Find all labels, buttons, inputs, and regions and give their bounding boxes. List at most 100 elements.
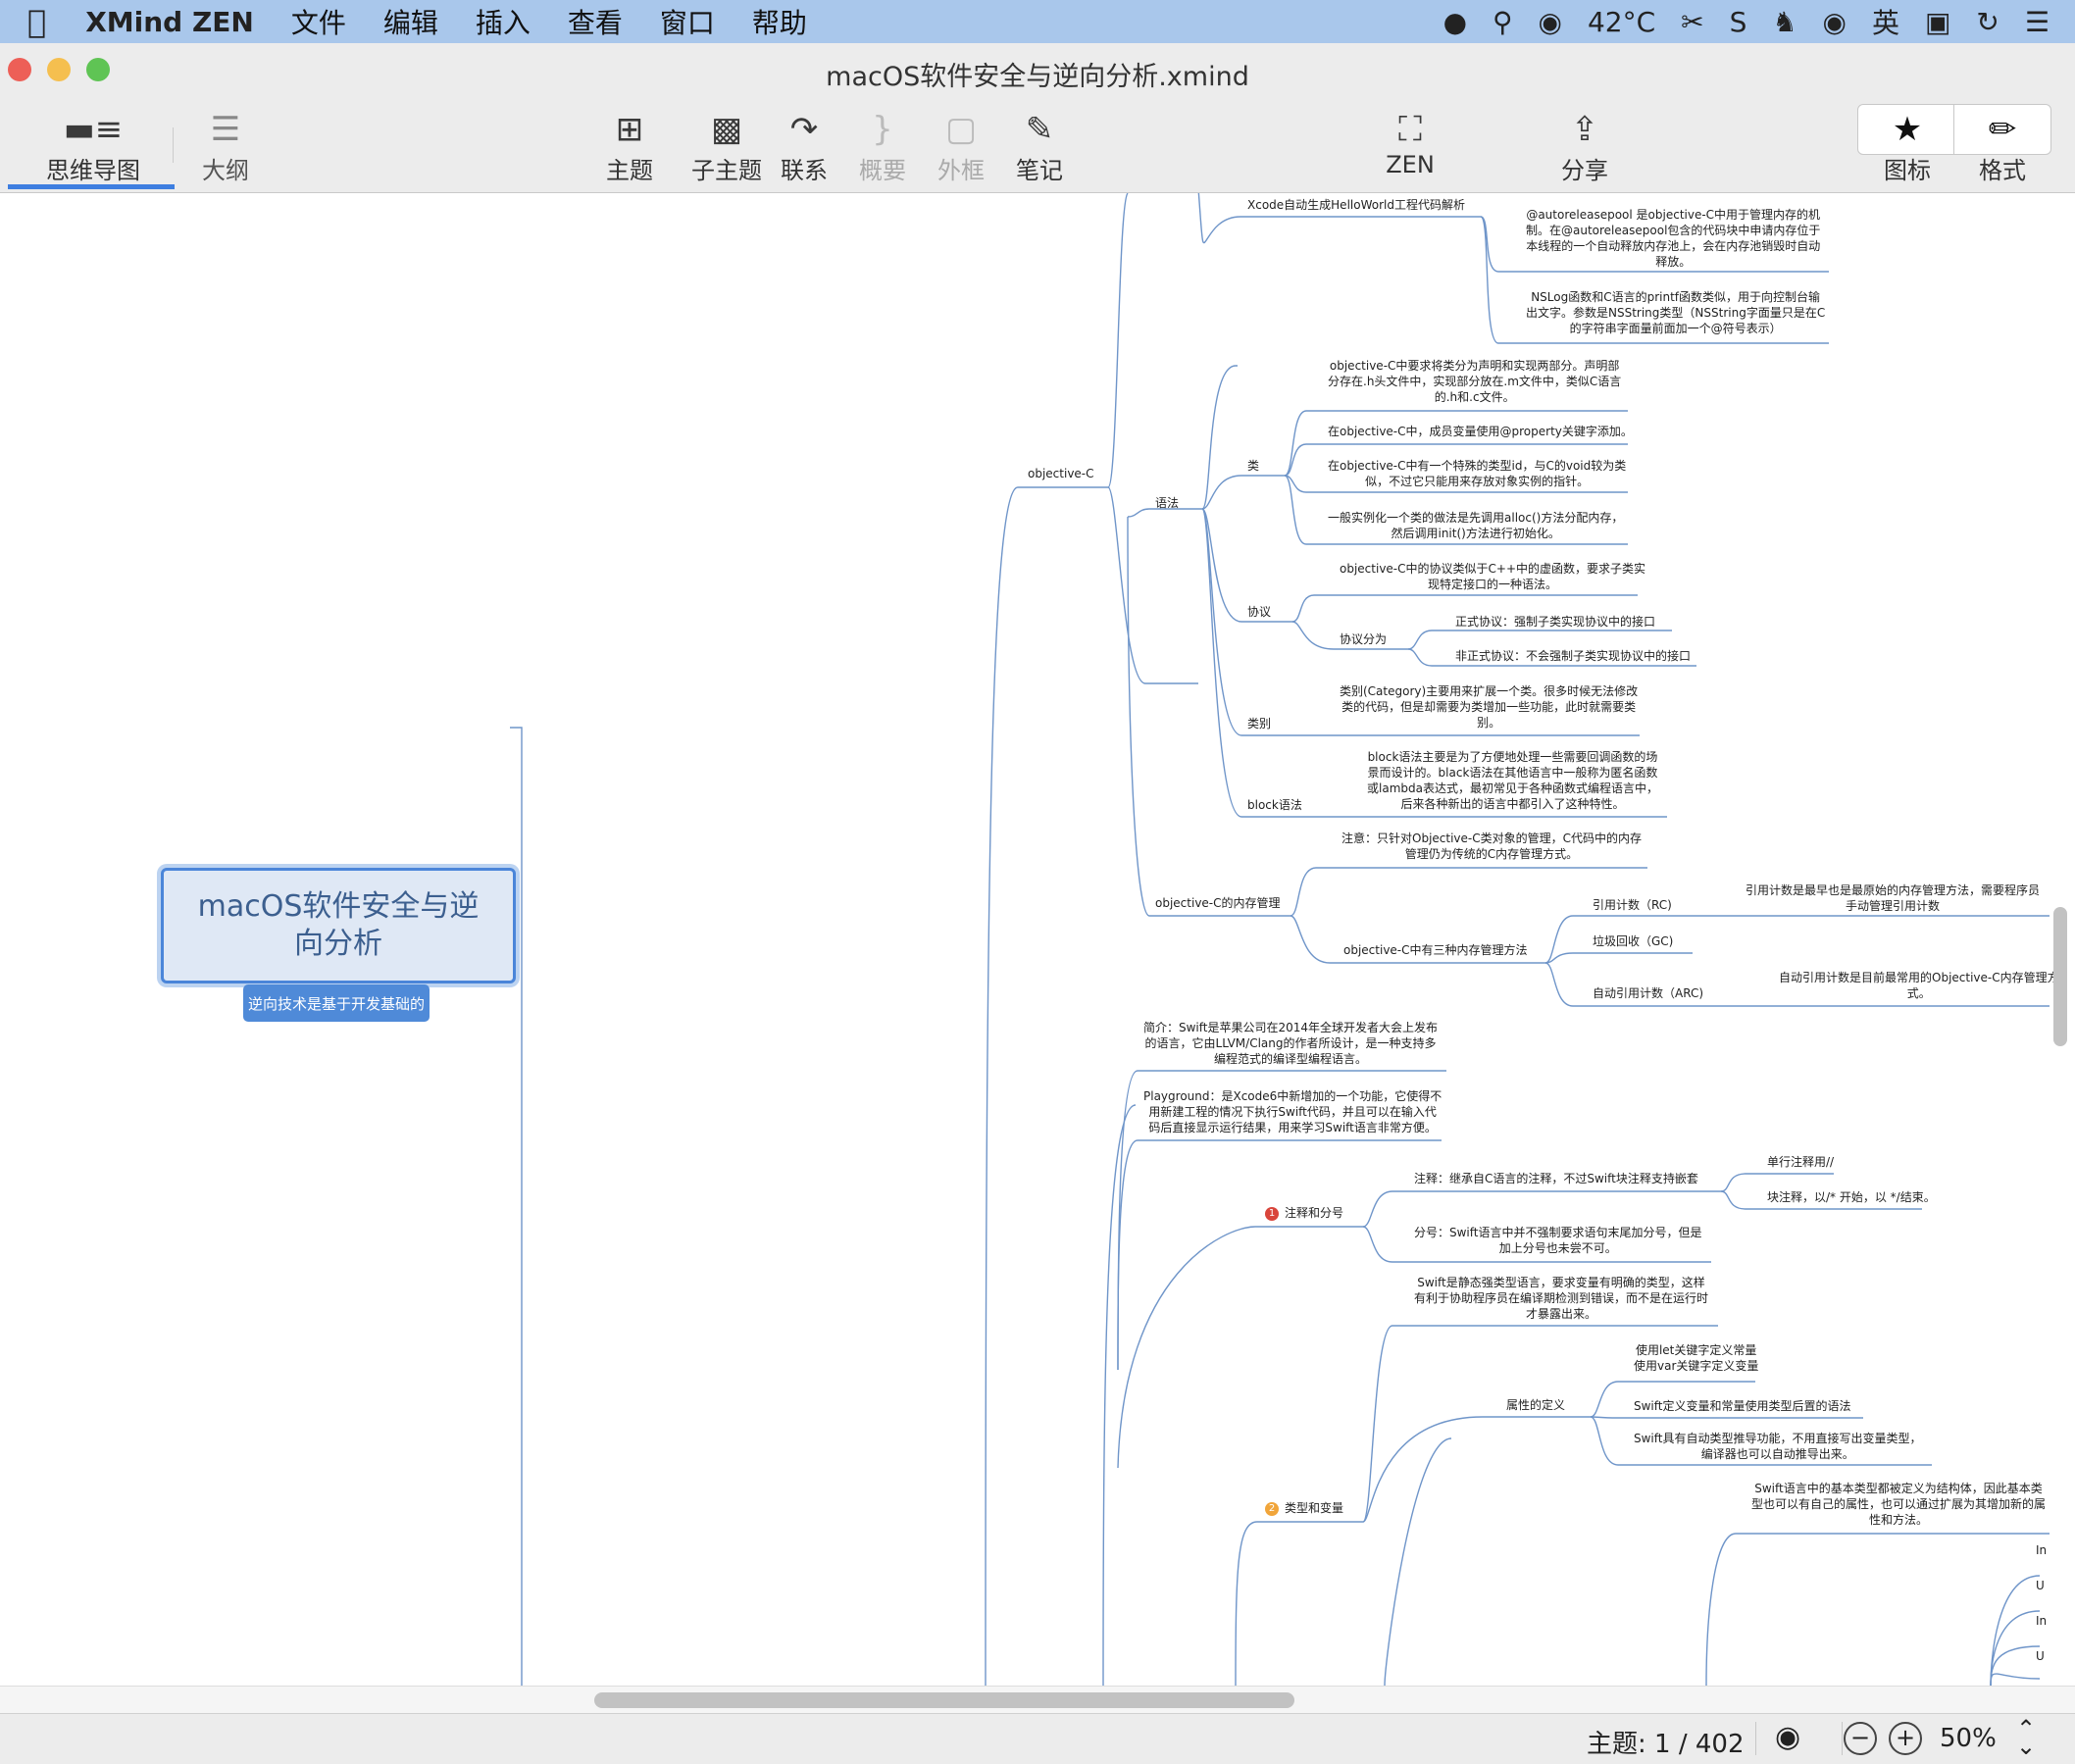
- topic-category[interactable]: 类别: [1247, 716, 1271, 731]
- horse-icon[interactable]: ♞: [1772, 6, 1797, 38]
- relationship-button[interactable]: ↷ 联系: [767, 108, 841, 185]
- mindmap-canvas[interactable]: macOS软件安全与逆向分析 逆向技术是基于开发基础的 Xcode自动生成Hel…: [0, 193, 2075, 1686]
- wechat-icon[interactable]: ◉: [1823, 6, 1847, 38]
- topic-semicolon[interactable]: 分号：Swift语言中并不强制要求语句末尾加分号，但是 加上分号也未尝不可。: [1414, 1225, 1702, 1256]
- format-panel-label: 格式: [1979, 157, 2026, 184]
- subtopic-button[interactable]: ▩ 子主题: [683, 108, 771, 185]
- horizontal-scrollbar-thumb[interactable]: [594, 1692, 1294, 1708]
- zen-button[interactable]: ⛶ ZEN: [1371, 108, 1449, 178]
- apple-icon[interactable]: : [27, 3, 46, 40]
- topic-gc[interactable]: 垃圾回收（GC): [1593, 933, 1673, 949]
- topic-cut-off[interactable]: U: [2036, 1578, 2045, 1593]
- topic-class-prop[interactable]: 在objective-C中，成员变量使用@property关键字添加。: [1328, 424, 1633, 439]
- topic-nslog-line: 的字符串字面量前面加一个@符号表示）: [1569, 322, 1782, 335]
- topic-cut-off[interactable]: In: [2036, 1613, 2047, 1629]
- zoom-out-icon[interactable]: −: [1844, 1722, 1877, 1755]
- topic-comments[interactable]: 1 注释和分号: [1265, 1205, 1343, 1221]
- app-name-menu[interactable]: XMind ZEN: [85, 6, 254, 38]
- topic-block-desc[interactable]: block语法主要是为了方便地处理一些需要回调函数的场 景而设计的。black语…: [1367, 749, 1658, 812]
- menu-edit[interactable]: 编辑: [383, 2, 438, 41]
- topic-nslog[interactable]: NSLog函数和C语言的printf函数类似，用于向控制台输 出文字。参数是NS…: [1526, 289, 1825, 336]
- topic-xcode[interactable]: Xcode自动生成HelloWorld工程代码解析: [1247, 197, 1465, 213]
- topic-block[interactable]: block语法: [1247, 797, 1302, 813]
- qq-icon[interactable]: ●: [1443, 6, 1467, 38]
- topic-protocol-desc[interactable]: objective-C中的协议类似于C++中的虚函数，要求子类实 现特定接口的一…: [1340, 561, 1645, 592]
- topic-playground[interactable]: Playground：是Xcode6中新增加的一个功能，它使得不 用新建工程的情…: [1143, 1088, 1442, 1135]
- input-method-indicator[interactable]: 英: [1872, 2, 1899, 41]
- topic-button[interactable]: ⊞ 主题: [592, 108, 667, 185]
- topic-protocol[interactable]: 协议: [1247, 604, 1271, 620]
- topic-swift-intro[interactable]: 简介：Swift是苹果公司在2014年全球开发者大会上发布 的语言，它由LLVM…: [1143, 1020, 1438, 1067]
- topic-cut-off[interactable]: U: [2036, 1648, 2045, 1664]
- topic-protocol-kinds[interactable]: 协议分为: [1340, 631, 1387, 647]
- topic-type-after[interactable]: Swift定义变量和常量使用类型后置的语法: [1634, 1398, 1851, 1414]
- root-topic[interactable]: macOS软件安全与逆向分析: [161, 868, 516, 983]
- menu-insert[interactable]: 插入: [476, 2, 531, 41]
- horizontal-scrollbar[interactable]: [0, 1686, 2075, 1714]
- vertical-scrollbar-thumb[interactable]: [2053, 907, 2067, 1046]
- topic-category-desc[interactable]: 类别(Category)主要用来扩展一个类。很多时候无法修改 类的代码，但是却需…: [1340, 683, 1638, 731]
- topic-static-typed[interactable]: Swift是静态强类型语言，要求变量有明确的类型，这样 有利于协助程序员在编译期…: [1414, 1275, 1708, 1322]
- boundary-button[interactable]: ▢ 外框: [924, 108, 998, 185]
- zoom-stepper-icon[interactable]: ⌃ ⌄: [2016, 1717, 2036, 1758]
- topic-class-decl[interactable]: objective-C中要求将类分为声明和实现两部分。声明部 分存在.h头文件中…: [1328, 358, 1621, 405]
- menu-file[interactable]: 文件: [291, 2, 346, 41]
- topic-nslog-line: 出文字。参数是NSString类型（NSString字面量只是在C: [1526, 306, 1826, 320]
- sogou-icon[interactable]: S: [1730, 6, 1747, 38]
- connector-comments: [1117, 1226, 1363, 1469]
- connector-types: [1235, 1521, 1363, 1686]
- topic-syntax[interactable]: 语法: [1155, 495, 1179, 511]
- outline-view-tab[interactable]: ☰ 大纲: [172, 108, 279, 185]
- topic-types[interactable]: 2 类型和变量: [1265, 1500, 1343, 1516]
- icon-panel-button[interactable]: ★ 图标: [1863, 108, 1951, 185]
- topic-memory[interactable]: objective-C的内存管理: [1155, 895, 1281, 911]
- topic-cut-off[interactable]: In: [2036, 1542, 2047, 1558]
- summary-button[interactable]: } 概要: [845, 108, 920, 185]
- menu-help[interactable]: 帮助: [752, 2, 807, 41]
- format-panel-button[interactable]: ✏ 格式: [1957, 108, 2048, 185]
- topic-prop-def[interactable]: 属性的定义: [1506, 1397, 1565, 1413]
- topic-rc-desc[interactable]: 引用计数是最早也是最原始的内存管理方法，需要程序员 手动管理引用计数: [1746, 882, 2040, 914]
- topic-let-var[interactable]: 使用let关键字定义常量 使用var关键字定义变量: [1634, 1342, 1758, 1374]
- window-icon[interactable]: ▣: [1925, 6, 1950, 38]
- istat-icon[interactable]: ◉: [1539, 6, 1562, 38]
- topic-memory-note[interactable]: 注意：只针对Objective-C类对象的管理，C代码中的内存 管理仍为传统的C…: [1341, 831, 1642, 862]
- topic-block-comment[interactable]: 块注释，以/* 开始，以 */结束。: [1767, 1189, 1936, 1205]
- window-title: macOS软件安全与逆向分析.xmind: [826, 62, 1249, 92]
- share-button[interactable]: ⇪ 分享: [1545, 108, 1624, 185]
- topic-objective-c[interactable]: objective-C: [1028, 466, 1094, 481]
- mindmap-view-tab[interactable]: ▬≡ 思维导图: [39, 108, 147, 185]
- menu-window[interactable]: 窗口: [660, 2, 715, 41]
- topic-single-comment[interactable]: 单行注释用//: [1767, 1154, 1834, 1170]
- root-topic-label[interactable]: 逆向技术是基于开发基础的: [243, 984, 430, 1022]
- menu-view[interactable]: 查看: [568, 2, 623, 41]
- topic-informal-protocol[interactable]: 非正式协议：不会强制子类实现协议中的接口: [1455, 648, 1691, 664]
- eye-icon[interactable]: ◉: [1775, 1720, 1800, 1754]
- topic-comment-desc[interactable]: 注释：继承自C语言的注释，不过Swift块注释支持嵌套: [1414, 1171, 1698, 1186]
- temperature-readout[interactable]: 42°C: [1588, 6, 1655, 38]
- topic-class-id-line: 在objective-C中有一个特殊的类型id，与C的void较为类: [1328, 459, 1627, 473]
- boundary-button-label: 外框: [937, 157, 985, 184]
- topic-basic-types[interactable]: Swift语言中的基本类型都被定义为结构体，因此基本类 型也可以有自己的属性，也…: [1751, 1481, 2046, 1528]
- search-icon[interactable]: ⚲: [1493, 6, 1513, 38]
- zoom-in-icon[interactable]: +: [1889, 1722, 1922, 1755]
- sync-icon[interactable]: ↻: [1976, 6, 1999, 38]
- topic-arc[interactable]: 自动引用计数（ARC): [1593, 985, 1703, 1001]
- topic-formal-protocol[interactable]: 正式协议：强制子类实现协议中的接口: [1455, 614, 1655, 630]
- topic-swift-intro-line: 的语言，它由LLVM/Clang的作者所设计，是一种支持多: [1144, 1036, 1437, 1050]
- topic-inference[interactable]: Swift具有自动类型推导功能，不用直接写出变量类型， 编译器也可以自动推导出来…: [1634, 1431, 1922, 1462]
- note-button[interactable]: ✎ 笔记: [1002, 108, 1077, 185]
- topic-rc[interactable]: 引用计数（RC): [1593, 897, 1672, 913]
- topic-autorelease[interactable]: @autoreleasepool 是objective-C中用于管理内存的机 制…: [1526, 207, 1820, 270]
- topic-types-label: 类型和变量: [1285, 1501, 1344, 1515]
- zoom-level[interactable]: 50%: [1940, 1724, 1997, 1753]
- topic-class[interactable]: 类: [1247, 458, 1259, 474]
- wifi-icon[interactable]: ☰: [2025, 6, 2050, 38]
- topic-arc-desc[interactable]: 自动引用计数是目前最常用的Objective-C内存管理方 式。: [1779, 970, 2059, 1001]
- connector-class: [1201, 475, 1285, 510]
- topic-memory-methods[interactable]: objective-C中有三种内存管理方法: [1343, 942, 1528, 958]
- topic-class-init[interactable]: 一般实例化一个类的做法是先调用alloc()方法分配内存， 然后调用init()…: [1328, 510, 1623, 541]
- status-divider: [1755, 1722, 1756, 1755]
- topic-class-id[interactable]: 在objective-C中有一个特殊的类型id，与C的void较为类 似，不过它…: [1328, 458, 1626, 489]
- scissors-icon[interactable]: ✂: [1681, 6, 1703, 38]
